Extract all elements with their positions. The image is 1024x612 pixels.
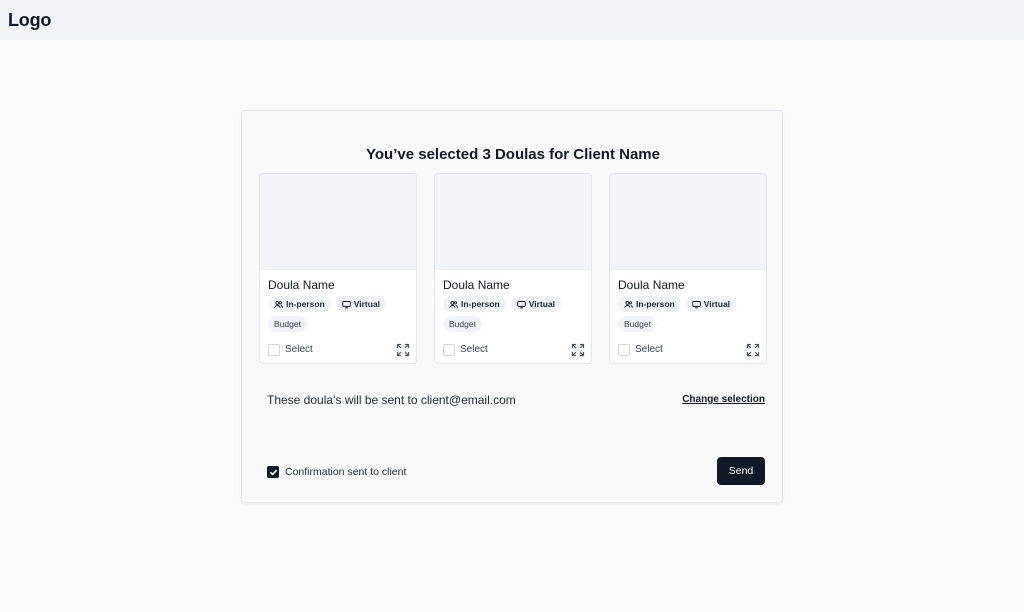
tag-in-person: In-person <box>618 296 681 312</box>
doula-name: Doula Name <box>268 278 335 292</box>
card-footer: Select <box>268 343 410 357</box>
doula-photo-placeholder <box>435 174 591 270</box>
card-footer: Select <box>443 343 585 357</box>
select-label: Select <box>635 344 663 355</box>
doula-tags: In-person Virtual Budget <box>268 296 413 332</box>
recipient-text: These doula’s will be sent to client@ema… <box>267 393 516 407</box>
tag-in-person: In-person <box>443 296 506 312</box>
select-checkbox[interactable] <box>443 344 455 356</box>
tag-virtual: Virtual <box>510 296 562 312</box>
top-bar: Logo <box>0 0 1024 40</box>
doula-card[interactable]: Doula Name In-person Virtual Budget Sele… <box>259 173 417 364</box>
expand-icon[interactable] <box>746 343 760 357</box>
doula-tags: In-person Virtual Budget <box>443 296 588 332</box>
select-label: Select <box>460 344 488 355</box>
confirmation-toggle[interactable]: Confirmation sent to client <box>267 465 406 479</box>
confirmation-label: Confirmation sent to client <box>285 466 407 478</box>
selection-panel: You’ve selected 3 Doulas for Client Name… <box>241 110 783 503</box>
select-label: Select <box>285 344 313 355</box>
monitor-icon <box>342 300 351 308</box>
doula-card[interactable]: Doula Name In-person Virtual Budget Sele… <box>434 173 592 364</box>
card-footer: Select <box>618 343 760 357</box>
doula-photo-placeholder <box>260 174 416 270</box>
send-button[interactable]: Send <box>717 457 765 485</box>
logo[interactable]: Logo <box>8 10 51 31</box>
doula-name: Doula Name <box>443 278 510 292</box>
doula-cards: Doula Name In-person Virtual Budget Sele… <box>259 173 767 364</box>
users-icon <box>449 300 458 308</box>
tag-budget: Budget <box>443 316 482 332</box>
confirmation-checkbox[interactable] <box>267 466 279 478</box>
users-icon <box>274 300 283 308</box>
tag-budget: Budget <box>268 316 307 332</box>
users-icon <box>624 300 633 308</box>
tag-budget: Budget <box>618 316 657 332</box>
select-checkbox[interactable] <box>268 344 280 356</box>
doula-name: Doula Name <box>618 278 685 292</box>
tag-in-person: In-person <box>268 296 331 312</box>
expand-icon[interactable] <box>396 343 410 357</box>
select-checkbox[interactable] <box>618 344 630 356</box>
doula-tags: In-person Virtual Budget <box>618 296 763 332</box>
expand-icon[interactable] <box>571 343 585 357</box>
check-icon <box>269 469 277 475</box>
tag-virtual: Virtual <box>335 296 387 312</box>
change-selection-link[interactable]: Change selection <box>682 394 765 405</box>
doula-card[interactable]: Doula Name In-person Virtual Budget Sele… <box>609 173 767 364</box>
tag-virtual: Virtual <box>685 296 737 312</box>
page-title: You’ve selected 3 Doulas for Client Name <box>366 146 660 163</box>
monitor-icon <box>517 300 526 308</box>
monitor-icon <box>692 300 701 308</box>
doula-photo-placeholder <box>610 174 766 270</box>
